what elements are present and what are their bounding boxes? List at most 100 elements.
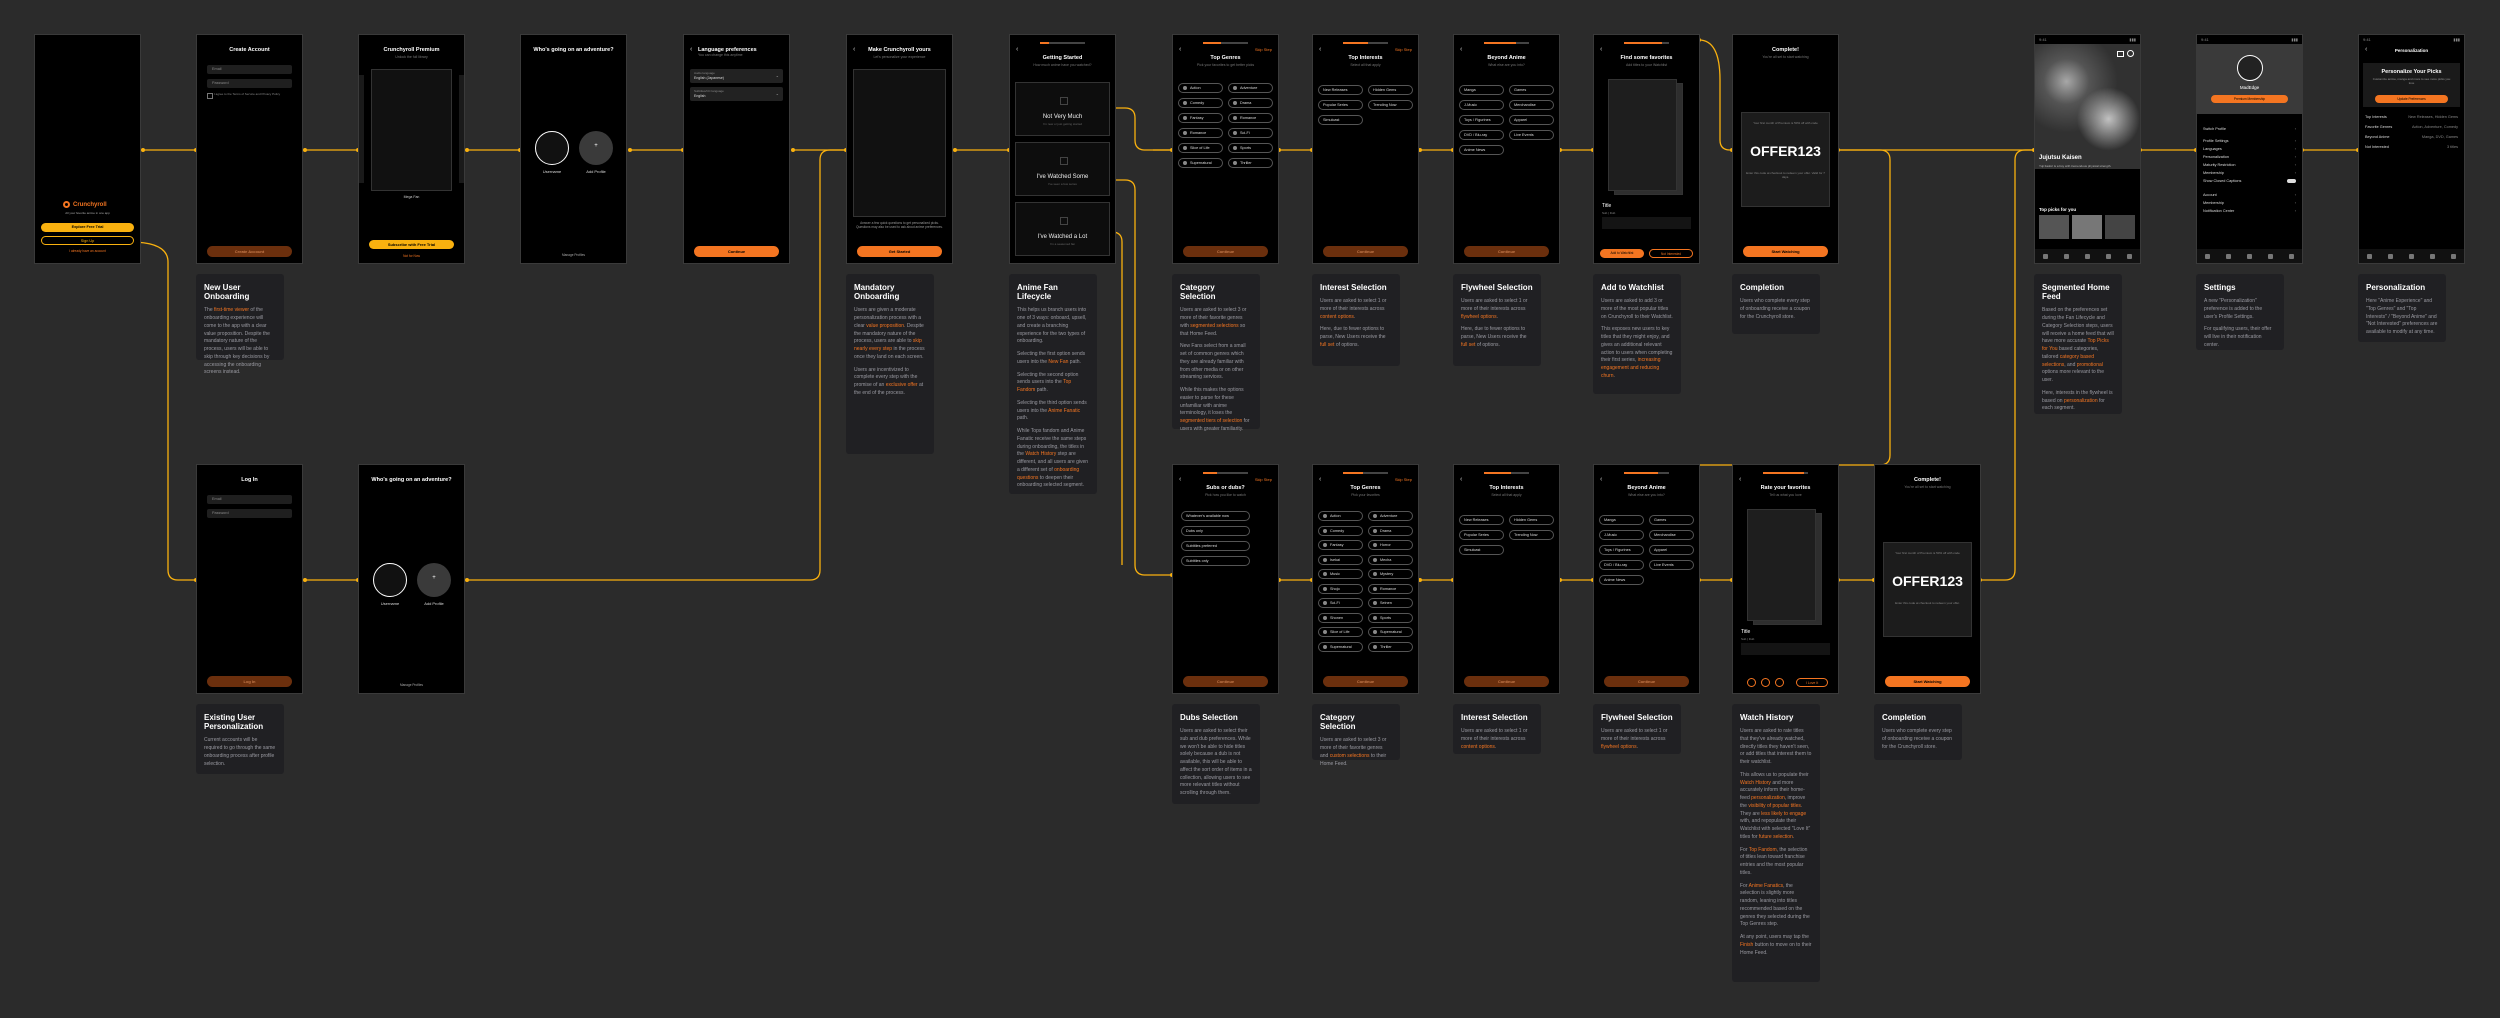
login-link[interactable]: I already have an account <box>35 249 140 253</box>
title-card[interactable] <box>1747 509 1816 621</box>
option-chip[interactable]: Slice of Life <box>1178 143 1223 153</box>
option-chip[interactable]: Shonen <box>1318 612 1363 623</box>
option-chip[interactable]: Anime News <box>1459 145 1504 155</box>
settings-row[interactable]: Membership › <box>2203 201 2296 205</box>
email-field[interactable]: Email <box>207 495 292 504</box>
home-icon[interactable] <box>2043 253 2048 259</box>
update-preferences-button[interactable]: Update Preferences <box>2375 95 2448 103</box>
option-chip[interactable]: Comedy <box>1178 98 1223 108</box>
option-chip[interactable]: Sci-Fi <box>1228 128 1273 138</box>
title-card[interactable] <box>1608 79 1677 191</box>
skip-step-link[interactable]: Skip Step <box>1395 47 1412 52</box>
simulcast-icon[interactable] <box>2430 253 2435 259</box>
option-chip[interactable]: Mecha <box>1368 554 1413 565</box>
option-chip[interactable]: Anime News <box>1599 575 1644 585</box>
back-icon[interactable]: ‹ <box>690 46 692 53</box>
option-chip[interactable]: Merchandise <box>1509 100 1554 110</box>
option-chip[interactable]: Romance <box>1368 583 1413 594</box>
poster[interactable] <box>2072 215 2102 239</box>
option-chip[interactable]: Sci-Fi <box>1318 598 1363 608</box>
settings-row[interactable]: Maturity Restriction › <box>2203 163 2296 167</box>
settings-row[interactable]: Profile Settings › <box>2203 139 2296 143</box>
option-chip[interactable]: Live Events <box>1649 560 1694 570</box>
back-icon[interactable]: ‹ <box>1739 476 1741 483</box>
option-chip[interactable]: Subtitles preferred <box>1181 541 1251 551</box>
manage-profiles-link[interactable]: Manage Profiles <box>359 683 464 687</box>
password-field[interactable]: Password <box>207 79 292 88</box>
settings-row[interactable]: Membership › <box>2203 171 2296 175</box>
back-icon[interactable]: ‹ <box>1600 46 1602 53</box>
option-chip[interactable]: Simulcast <box>1318 115 1363 125</box>
dislike-button[interactable] <box>1747 678 1756 687</box>
audio-language-select[interactable]: Audio language English (Japanese) ⌄ <box>690 69 783 83</box>
account-icon[interactable] <box>2289 253 2294 259</box>
continue-button[interactable]: Continue <box>1464 246 1549 257</box>
manage-profiles-link[interactable]: Manage Profiles <box>521 253 626 257</box>
get-started-button[interactable]: Get Started <box>857 246 942 257</box>
add-to-watchlist-button[interactable]: Add to Watchlist <box>1600 249 1644 258</box>
option-chip[interactable]: Subtitles only <box>1181 556 1251 566</box>
free-trial-button[interactable]: Explore Free Trial <box>41 223 134 232</box>
option-chip[interactable]: Popular Series <box>1459 530 1504 540</box>
option-chip[interactable]: Hidden Gems <box>1509 515 1554 525</box>
option-chip[interactable]: Live Events <box>1509 130 1554 140</box>
option-chip[interactable]: Trending Now <box>1368 100 1413 110</box>
option-chip[interactable]: Seinen <box>1368 598 1413 608</box>
option-chip[interactable]: Fantasy <box>1318 540 1363 550</box>
continue-button[interactable]: Continue <box>694 246 779 257</box>
option-chip[interactable]: Apparel <box>1649 545 1694 555</box>
option-chip[interactable]: Sports <box>1368 612 1413 623</box>
back-icon[interactable]: ‹ <box>1460 46 1462 53</box>
continue-button[interactable]: Continue <box>1183 676 1268 687</box>
continue-button[interactable]: Continue <box>1183 246 1268 257</box>
back-icon[interactable]: ‹ <box>1600 476 1602 483</box>
home-icon[interactable] <box>2205 253 2210 259</box>
option-chip[interactable]: Simulcast <box>1459 545 1504 555</box>
skip-step-link[interactable]: Skip Step <box>1255 477 1272 482</box>
option-chip[interactable]: Merchandise <box>1649 530 1694 540</box>
subscribe-button[interactable]: Subscribe with Free Trial <box>369 240 454 249</box>
option-chip[interactable]: Romance <box>1178 128 1223 138</box>
back-icon[interactable]: ‹ <box>1179 46 1181 53</box>
option-chip[interactable]: Comedy <box>1318 525 1363 536</box>
option-chip[interactable]: J-Music <box>1599 530 1644 540</box>
option-chip[interactable]: Adventure <box>1228 83 1273 93</box>
option-chip[interactable]: Apparel <box>1509 115 1554 125</box>
option-chip[interactable]: Manga <box>1599 515 1644 525</box>
love-it-button[interactable]: I Love It <box>1796 678 1828 687</box>
option-chip[interactable]: J-Music <box>1459 100 1504 110</box>
preference-row[interactable]: Top Interests New Releases, Hidden Gems <box>2365 115 2458 119</box>
option-chip[interactable]: Shojo <box>1318 583 1363 594</box>
watched-button[interactable] <box>1761 678 1770 687</box>
option-chip[interactable]: Adventure <box>1368 511 1413 521</box>
option-chip[interactable]: Supernatural <box>1368 627 1413 637</box>
option-chip[interactable]: Fantasy <box>1178 113 1223 123</box>
browse-icon[interactable] <box>2064 253 2069 259</box>
search-icon[interactable] <box>2127 50 2134 57</box>
password-field[interactable]: Password <box>207 509 292 518</box>
option-chip[interactable]: New Releases <box>1459 515 1504 525</box>
settings-row[interactable]: Notification Center › <box>2203 209 2296 213</box>
terms-checkbox[interactable] <box>207 93 213 99</box>
option-chip[interactable]: Toys / Figurines <box>1459 115 1504 125</box>
subtitle-language-select[interactable]: Subtitles/CC language English ⌄ <box>690 87 783 101</box>
add-profile-button[interactable]: + <box>417 563 451 597</box>
settings-row[interactable]: Account › <box>2203 193 2296 197</box>
option-chip[interactable]: Thriller <box>1228 158 1273 168</box>
back-icon[interactable]: ‹ <box>1460 476 1462 483</box>
option-chip[interactable]: Dubs only <box>1181 526 1251 536</box>
settings-row[interactable]: Switch Profile › <box>2203 127 2296 131</box>
offer-code[interactable]: OFFER123 <box>1742 143 1829 159</box>
back-icon[interactable]: ‹ <box>1319 46 1321 53</box>
preference-row[interactable]: Favorite Genres Action, Adventure, Comedy <box>2365 125 2458 129</box>
poster[interactable] <box>2039 215 2069 239</box>
option-chip[interactable]: Action <box>1178 83 1223 93</box>
option-chip[interactable]: DVD / Blu-ray <box>1459 130 1504 140</box>
my-lists-icon[interactable] <box>2409 253 2414 259</box>
my-lists-icon[interactable] <box>2085 253 2090 259</box>
settings-row[interactable]: Personalization › <box>2203 155 2296 159</box>
skip-step-link[interactable]: Skip Step <box>1255 47 1272 52</box>
skip-step-link[interactable]: Skip Step <box>1395 477 1412 482</box>
preference-row[interactable]: Not Interested 3 titles <box>2365 145 2458 149</box>
option-chip[interactable]: Music <box>1318 569 1363 579</box>
